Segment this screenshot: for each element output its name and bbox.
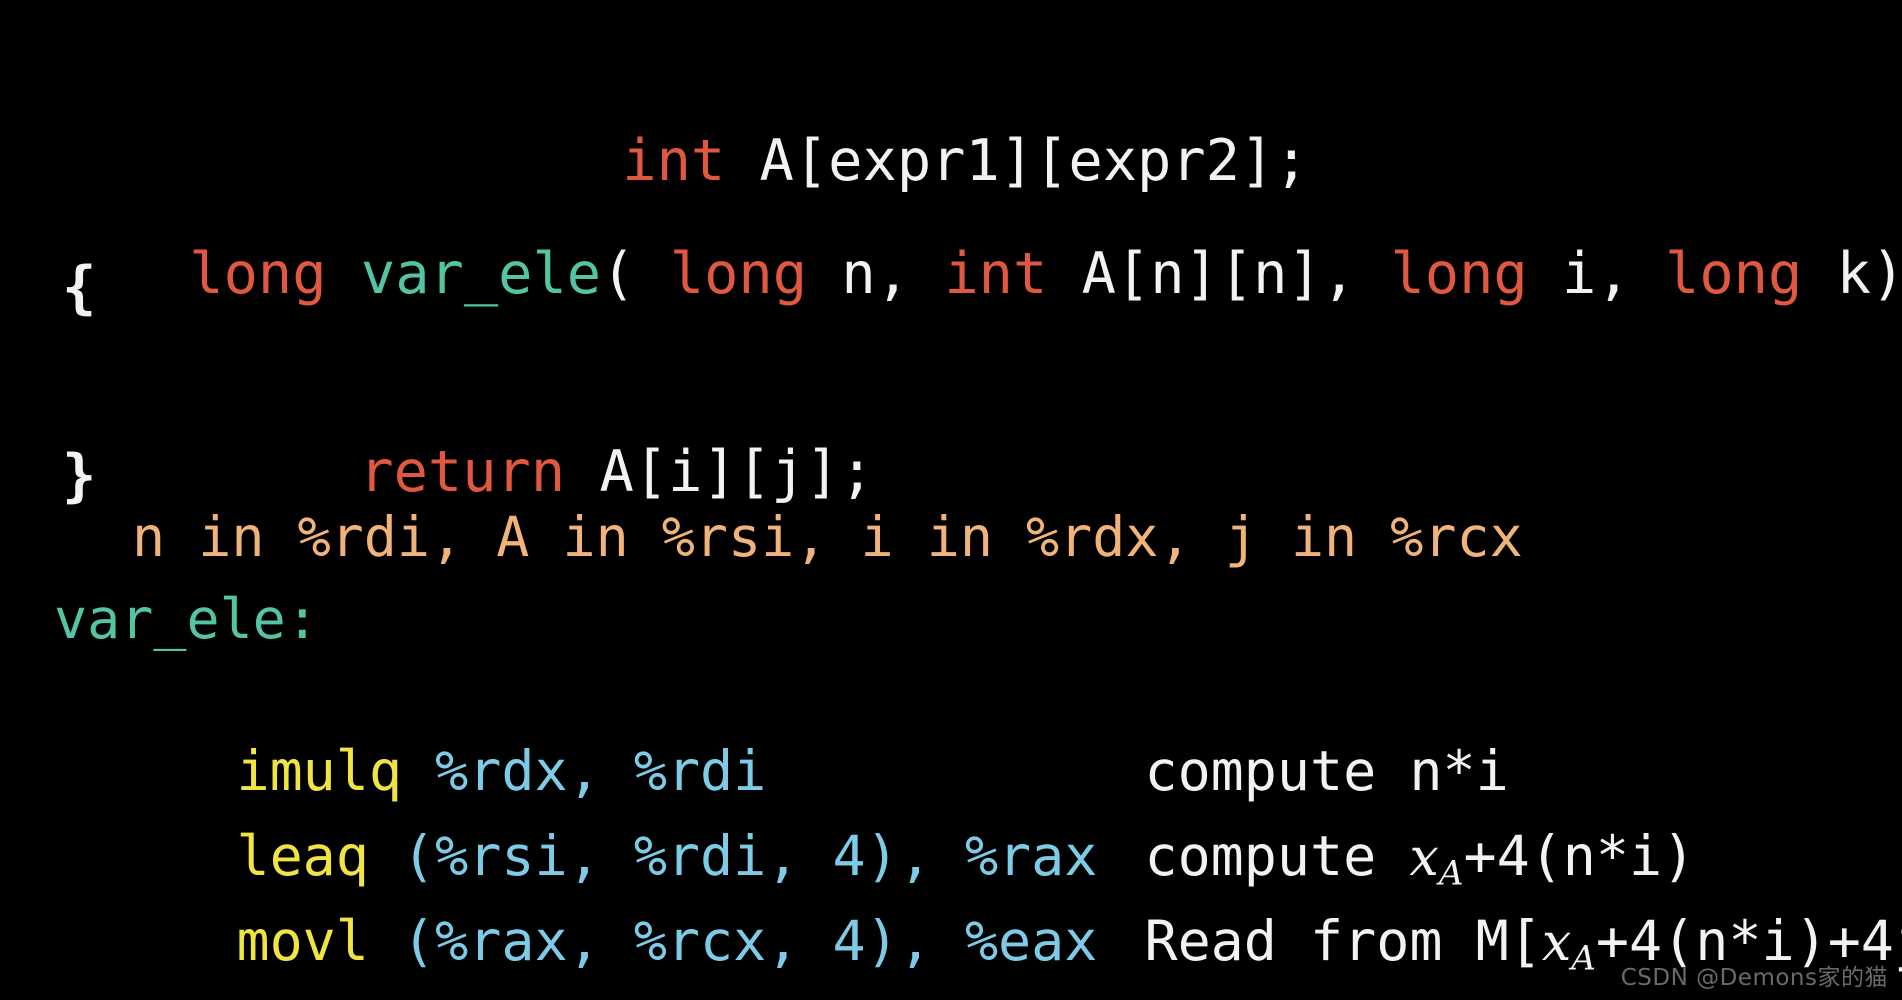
assembly-operands: (%rax, %rcx, 4), %eax	[402, 909, 1098, 973]
assembly-mnemonic: ret	[236, 994, 335, 1000]
c-param2-type: int	[944, 241, 1048, 307]
c-param3-type: long	[1390, 241, 1528, 307]
csdn-watermark: CSDN @Demons家的猫	[1620, 965, 1888, 991]
assembly-comment-math-subscript: A	[1571, 938, 1596, 979]
assembly-instruction-row: ret	[104, 930, 335, 1000]
c-signature-return-type: long	[189, 241, 327, 307]
assembly-comment-math-var: x	[1541, 913, 1572, 973]
assembly-comment-prefix: Read from M[	[1144, 909, 1542, 973]
c-param1-name: n,	[807, 241, 945, 307]
c-signature-space	[327, 241, 361, 307]
c-close-brace: }	[62, 443, 97, 509]
c-return-expression: A[i][j];	[565, 439, 875, 505]
c-signature-function-name: var_ele	[360, 241, 602, 307]
register-allocation-note: n in %rdi, A in %rsi, i in %rdx, j in %r…	[132, 505, 1523, 569]
assembly-gap	[369, 909, 402, 973]
c-return-keyword: return	[359, 439, 566, 505]
c-param2-name: A[n][n],	[1047, 241, 1391, 307]
c-param4-type: long	[1665, 241, 1803, 307]
c-param4-name: k)	[1802, 241, 1902, 307]
slide-canvas: int A[expr1][expr2]; long var_ele( long …	[0, 0, 1902, 1000]
c-open-brace: {	[62, 255, 97, 321]
assembly-label-var-ele: var_ele:	[54, 587, 319, 651]
c-signature-open-paren: (	[601, 241, 670, 307]
c-function-signature-line: long var_ele( long n, int A[n][n], long …	[52, 175, 1902, 373]
assembly-comment	[1012, 930, 1144, 1000]
c-param1-type: long	[669, 241, 808, 307]
c-param3-name: i,	[1527, 241, 1665, 307]
